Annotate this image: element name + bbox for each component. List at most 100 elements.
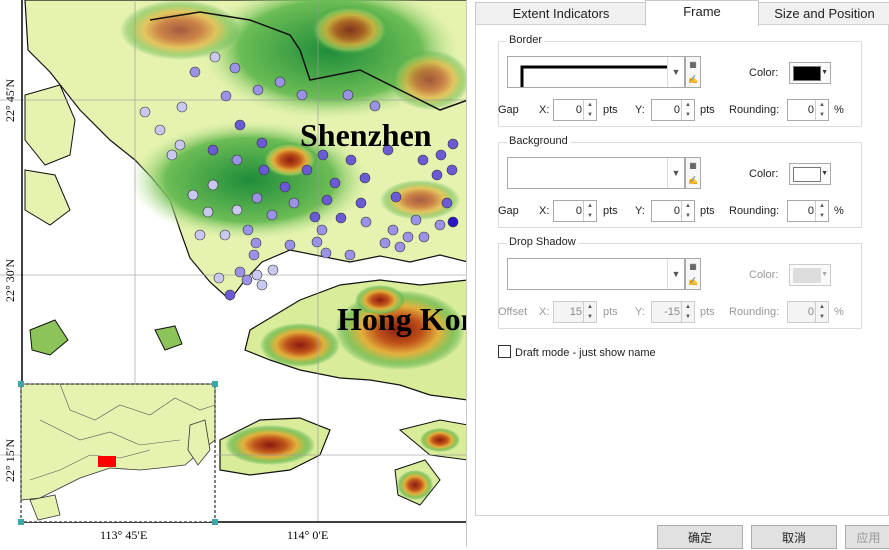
- properties-icon[interactable]: ✍: [686, 72, 700, 87]
- border-x-unit: pts: [603, 104, 618, 116]
- background-color-button[interactable]: ▼: [789, 163, 831, 185]
- background-y-unit: pts: [700, 205, 715, 217]
- background-rounding-value: 0: [807, 205, 814, 217]
- symbol-selector-icon[interactable]: ▦: [686, 259, 700, 274]
- symbol-selector-icon[interactable]: ▦: [686, 57, 700, 72]
- chevron-down-icon: ▼: [667, 158, 684, 188]
- background-gap-label: Gap: [498, 205, 519, 217]
- drop-shadow-group: Drop Shadow ▼ ▦ ✍ Color: ▼ Offset X: 15 …: [498, 236, 862, 329]
- chevron-down-icon: ▼: [667, 259, 684, 289]
- drop-shadow-color-button: ▼: [789, 264, 831, 286]
- border-color-button[interactable]: ▼: [789, 62, 831, 84]
- island-w: [29, 319, 69, 356]
- border-style-preview: [520, 65, 668, 87]
- drop-shadow-x-unit: pts: [603, 306, 618, 318]
- drop-shadow-offset-y-spinner: -15 ▲ ▼: [651, 301, 695, 323]
- spin-up-icon[interactable]: ▲: [816, 201, 828, 211]
- background-gap-y-spinner[interactable]: 0 ▲ ▼: [651, 200, 695, 222]
- border-gap-label: Gap: [498, 104, 519, 116]
- drop-shadow-offset-x-spinner: 15 ▲ ▼: [553, 301, 597, 323]
- border-group: Border ▼ ▦ ✍ Color: ▼ Gap X: 0 ▲ ▼ pts Y…: [498, 34, 862, 127]
- hongkong-label: Hong Kong: [337, 301, 468, 337]
- border-rounding-spinner[interactable]: 0 ▲ ▼: [787, 99, 829, 121]
- map-view[interactable]: Shenzhen Hong Kong 22° 45′N 22° 30′N 22°…: [0, 0, 468, 547]
- tab-extent-indicators[interactable]: Extent Indicators: [475, 2, 647, 25]
- border-y-unit: pts: [700, 104, 715, 116]
- spin-up-icon[interactable]: ▲: [682, 100, 694, 110]
- tab-size-and-position[interactable]: Size and Position: [757, 2, 889, 25]
- spin-down-icon[interactable]: ▼: [682, 110, 694, 120]
- lat-label-2: 22° 30′N: [3, 259, 17, 302]
- drop-shadow-style-buttons[interactable]: ▦ ✍: [685, 258, 701, 290]
- border-rounding-unit: %: [834, 104, 844, 116]
- spin-up-icon[interactable]: ▲: [584, 201, 596, 211]
- border-color-swatch: [793, 66, 821, 81]
- checkbox-icon[interactable]: [498, 345, 511, 358]
- spin-up-icon[interactable]: ▲: [584, 100, 596, 110]
- spin-down-icon[interactable]: ▼: [816, 110, 828, 120]
- frame-properties-dialog: Extent Indicators Frame Size and Positio…: [466, 0, 889, 549]
- border-gap-x-spinner[interactable]: 0 ▲ ▼: [553, 99, 597, 121]
- drop-shadow-color-swatch: [793, 268, 821, 283]
- background-style-buttons[interactable]: ▦ ✍: [685, 157, 701, 189]
- spin-down-icon: ▼: [587, 314, 593, 320]
- drop-shadow-rounding-spinner: 0 ▲ ▼: [787, 301, 829, 323]
- spin-down-icon[interactable]: ▼: [682, 211, 694, 221]
- border-gap-y-value: 0: [673, 104, 680, 116]
- drop-shadow-offset-label: Offset: [498, 306, 528, 318]
- background-color-swatch: [793, 167, 821, 182]
- drop-shadow-rounding-value: 0: [807, 306, 814, 318]
- symbol-selector-icon[interactable]: ▦: [686, 158, 700, 173]
- border-group-title: Border: [507, 34, 545, 46]
- border-rounding-value: 0: [807, 104, 814, 116]
- background-rounding-label: Rounding:: [729, 205, 780, 217]
- chevron-down-icon: ▼: [821, 69, 828, 76]
- background-x-label: X:: [539, 205, 550, 217]
- inset-map[interactable]: [18, 381, 218, 525]
- spin-up-icon: ▲: [685, 304, 691, 310]
- spin-up-icon: ▲: [819, 304, 825, 310]
- background-style-select[interactable]: ▼: [507, 157, 685, 189]
- border-style-select[interactable]: ▼: [507, 56, 685, 88]
- drop-shadow-rounding-label: Rounding:: [729, 306, 780, 318]
- island-left2: [24, 169, 71, 226]
- properties-icon[interactable]: ✍: [686, 173, 700, 188]
- tab-frame[interactable]: Frame: [645, 0, 759, 26]
- draft-mode-checkbox[interactable]: Draft mode - just show name: [498, 345, 656, 359]
- background-y-label: Y:: [635, 205, 645, 217]
- ok-button[interactable]: 确定: [657, 525, 743, 549]
- lon-label-1: 113° 45′E: [100, 528, 147, 542]
- border-gap-x-value: 0: [575, 104, 582, 116]
- drop-shadow-group-title: Drop Shadow: [507, 236, 578, 248]
- spin-down-icon[interactable]: ▼: [584, 110, 596, 120]
- spin-down-icon[interactable]: ▼: [584, 211, 596, 221]
- border-x-label: X:: [539, 104, 550, 116]
- spin-up-icon[interactable]: ▲: [682, 201, 694, 211]
- apply-button[interactable]: 应用: [845, 525, 889, 549]
- lat-label-1: 22° 45′N: [3, 79, 17, 122]
- border-style-buttons[interactable]: ▦ ✍: [685, 56, 701, 88]
- background-color-label: Color:: [749, 168, 779, 180]
- chevron-down-icon: ▼: [821, 271, 828, 278]
- properties-icon[interactable]: ✍: [686, 274, 700, 289]
- cancel-button[interactable]: 取消: [751, 525, 837, 549]
- border-rounding-label: Rounding:: [729, 104, 780, 116]
- background-gap-y-value: 0: [673, 205, 680, 217]
- background-rounding-spinner[interactable]: 0 ▲ ▼: [787, 200, 829, 222]
- spin-up-icon[interactable]: ▲: [816, 100, 828, 110]
- map-canvas: Shenzhen Hong Kong 22° 45′N 22° 30′N 22°…: [0, 0, 468, 542]
- drop-shadow-rounding-unit: %: [834, 306, 844, 318]
- draft-mode-label: Draft mode - just show name: [515, 347, 656, 359]
- drop-shadow-color-label: Color:: [749, 269, 779, 281]
- background-gap-x-value: 0: [575, 205, 582, 217]
- border-gap-y-spinner[interactable]: 0 ▲ ▼: [651, 99, 695, 121]
- shenzhen-label: Shenzhen: [300, 117, 432, 153]
- background-x-unit: pts: [603, 205, 618, 217]
- background-gap-x-spinner[interactable]: 0 ▲ ▼: [553, 200, 597, 222]
- spin-down-icon: ▼: [819, 314, 825, 320]
- spin-up-icon: ▲: [587, 304, 593, 310]
- drop-shadow-style-select[interactable]: ▼: [507, 258, 685, 290]
- drop-shadow-x-label: X:: [539, 306, 550, 318]
- drop-shadow-y-unit: pts: [700, 306, 715, 318]
- spin-down-icon[interactable]: ▼: [816, 211, 828, 221]
